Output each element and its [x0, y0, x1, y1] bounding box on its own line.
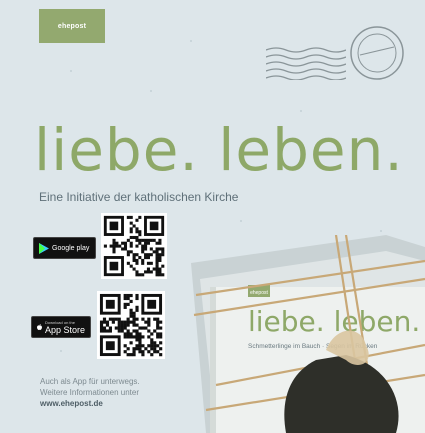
info-line-app: Auch als App für unterwegs.	[40, 377, 140, 386]
brand-logo-text: ehepost	[57, 22, 87, 30]
play-store-icon	[39, 242, 49, 254]
book-logo-text: ehepost	[250, 290, 268, 296]
ehepost-logo: ehepost	[39, 9, 105, 43]
website-link[interactable]: www.ehepost.de	[40, 398, 140, 409]
qr-code-google-play	[101, 213, 167, 279]
info-text: Auch als App für unterwegs. Weitere Info…	[40, 376, 140, 409]
headline-title: liebe. leben.	[34, 116, 404, 184]
apple-icon	[37, 324, 42, 330]
google-play-badge[interactable]: Google play	[33, 237, 96, 259]
app-store-label: App Store	[44, 324, 85, 335]
postmark-stamp-icon	[350, 26, 404, 80]
postmark-wave-lines	[266, 47, 346, 80]
info-line-more: Weitere Informationen unter	[40, 388, 140, 397]
app-store-badge[interactable]: Download on the App Store	[31, 316, 91, 338]
flyer: ehepost liebe. leben. Eine Initiative de…	[0, 0, 425, 433]
headline-subtitle: Eine Initiative der katholischen Kirche	[39, 190, 239, 204]
book-title: liebe. leben.	[248, 305, 420, 338]
book-stack-image: ehepost liebe. leben. Schmetterlinge im …	[191, 235, 425, 433]
google-play-label: Google play	[52, 244, 90, 252]
qr-code-app-store	[97, 291, 165, 359]
